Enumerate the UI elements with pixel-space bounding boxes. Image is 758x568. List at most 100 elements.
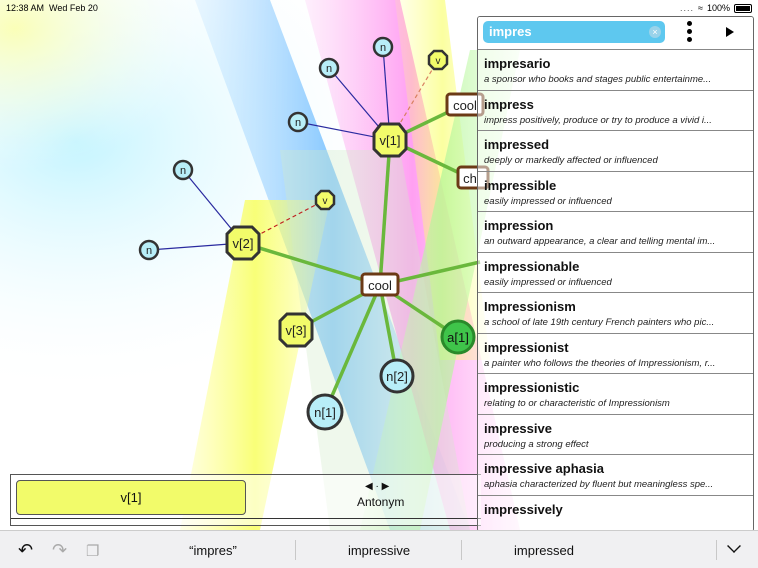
node-v1[interactable]: v[1] — [372, 122, 408, 158]
battery-icon — [734, 3, 752, 13]
result-word: impressionable — [484, 258, 580, 274]
clear-icon[interactable]: × — [649, 26, 661, 38]
graph-edges — [148, 46, 481, 413]
keyboard-toolbar: ↶ ↷ ❐ “impres” impressive impressed — [0, 530, 758, 568]
result-item[interactable]: impressionistic relating to or characteri… — [478, 374, 753, 415]
relation-label[interactable]: Antonym — [357, 495, 404, 509]
play-icon[interactable] — [726, 27, 734, 37]
result-definition: deeply or markedly affected or influence… — [484, 155, 658, 166]
result-item[interactable]: impresario a sponsor who books and stages… — [478, 50, 753, 91]
more-menu-icon[interactable] — [687, 21, 693, 45]
result-definition: aphasia characterized by fluent but mean… — [484, 479, 714, 490]
result-item[interactable]: impressively — [478, 495, 753, 531]
separator — [461, 540, 462, 560]
node-v-small-2-label: v — [323, 196, 328, 207]
node-n-small-2-label: n — [326, 63, 332, 75]
divider — [11, 518, 481, 519]
wifi-icon: ≈ — [698, 3, 703, 13]
search-panel: × impresario a sponsor who books and stag… — [477, 16, 754, 532]
redo-icon[interactable]: ↷ — [52, 540, 67, 561]
node-ch-label: ch — [463, 171, 477, 186]
result-item[interactable]: impression an outward appearance, a clear… — [478, 212, 753, 253]
result-definition: impress positively, produce or try to pr… — [484, 114, 712, 126]
result-definition: a school of late 19th century French pai… — [484, 317, 715, 328]
node-n-small-3-label: n — [295, 117, 301, 129]
node-v-small-2[interactable]: v — [314, 189, 336, 211]
node-n1-label: n[1] — [314, 405, 336, 420]
result-item[interactable]: Impressionism a school of late 19th centu… — [478, 293, 753, 334]
battery-text: 100% — [706, 3, 730, 13]
result-definition: relating to or characteristic of Impress… — [484, 398, 670, 409]
node-n-small-1[interactable]: n — [372, 36, 394, 58]
search-field[interactable]: × — [483, 21, 665, 43]
node-n-small-3[interactable]: n — [287, 111, 309, 133]
node-cool-center-label: cool — [368, 278, 392, 293]
node-v1-label: v[1] — [380, 133, 401, 148]
suggestion-1[interactable]: “impres” — [133, 543, 293, 558]
paste-icon[interactable]: ❐ — [86, 542, 99, 560]
graph-nodes: v[1] v[2] v[3] a[1] n[1] n[2] cool cool … — [138, 36, 490, 431]
chevron-down-icon[interactable] — [727, 539, 741, 553]
separator — [716, 540, 717, 560]
result-word: impresario — [484, 56, 551, 71]
node-v2[interactable]: v[2] — [225, 225, 261, 261]
result-definition: a sponsor who books and stages public en… — [484, 74, 712, 85]
suggestion-3[interactable]: impressed — [464, 543, 624, 558]
node-v3-label: v[3] — [286, 323, 307, 338]
node-n-small-2[interactable]: n — [318, 57, 340, 79]
sense-detail-panel: v[1] ◀ · ▶ Antonym — [10, 474, 481, 526]
result-definition: a painter who follows the theories of Im… — [484, 357, 716, 369]
result-word: impression — [484, 218, 554, 233]
status-bar: 12:38 AM Wed Feb 20 .... ≈ 100% — [0, 0, 758, 16]
result-definition: easily impressed or influenced — [484, 195, 612, 207]
result-item[interactable]: impressible easily impressed or influence… — [478, 171, 753, 212]
node-n-small-1-label: n — [380, 42, 386, 54]
result-word: impressive aphasia — [484, 461, 604, 476]
app-screen: 12:38 AM Wed Feb 20 .... ≈ 100% v[1] v[2… — [0, 0, 758, 568]
node-n-small-5[interactable]: n — [138, 239, 160, 261]
search-input[interactable] — [489, 24, 649, 39]
search-bar: × — [478, 17, 753, 50]
node-n-small-4[interactable]: n — [172, 159, 194, 181]
result-item[interactable]: impressionable easily impressed or influe… — [478, 252, 753, 293]
result-item[interactable]: impressionist a painter who follows the t… — [478, 333, 753, 374]
time-text: 12:38 AM — [6, 3, 45, 13]
result-word: impress — [484, 96, 534, 112]
result-item[interactable]: impressed deeply or markedly affected or … — [478, 131, 753, 172]
result-definition: an outward appearance, a clear and telli… — [484, 236, 716, 247]
node-v-small-1-label: v — [436, 56, 441, 67]
result-item[interactable]: impressive aphasia aphasia characterized … — [478, 455, 753, 496]
node-cool-top-label: cool — [453, 98, 477, 113]
node-n1[interactable]: n[1] — [306, 393, 344, 431]
relation-arrows-icon[interactable]: ◀ · ▶ — [365, 481, 389, 492]
sense-button[interactable]: v[1] — [16, 480, 246, 515]
status-time: 12:38 AM Wed Feb 20 — [6, 3, 98, 13]
node-n-small-4-label: n — [180, 165, 186, 177]
undo-icon[interactable]: ↶ — [18, 540, 33, 561]
edge-cool-n1 — [323, 284, 382, 413]
results-list: impresario a sponsor who books and stages… — [478, 50, 753, 531]
result-word: impressionistic — [484, 380, 580, 395]
edge-cool-v1 — [378, 139, 392, 286]
separator — [295, 540, 296, 560]
date-text: Wed Feb 20 — [49, 3, 98, 13]
result-item[interactable]: impress impress positively, produce or tr… — [478, 90, 753, 131]
node-n-small-5-label: n — [146, 245, 152, 257]
node-n2[interactable]: n[2] — [379, 358, 415, 394]
edge-cool-v2 — [242, 241, 381, 287]
node-n2-label: n[2] — [386, 369, 408, 384]
status-right: .... ≈ 100% — [680, 3, 752, 13]
signal-dots-icon: .... — [680, 3, 695, 13]
node-a1[interactable]: a[1] — [440, 319, 476, 355]
node-v2-label: v[2] — [233, 236, 254, 251]
node-v3[interactable]: v[3] — [278, 312, 314, 348]
result-word: Impressionism — [484, 299, 576, 314]
suggestion-2[interactable]: impressive — [299, 543, 459, 558]
node-v-small-1[interactable]: v — [427, 49, 449, 71]
result-word: impressible — [484, 177, 557, 193]
result-item[interactable]: impressive producing a strong effect — [478, 414, 753, 455]
result-definition: easily impressed or influenced — [484, 276, 612, 288]
node-cool-center[interactable]: cool — [360, 272, 400, 297]
result-word: impressively — [484, 501, 563, 517]
result-word: impressionist — [484, 339, 569, 355]
